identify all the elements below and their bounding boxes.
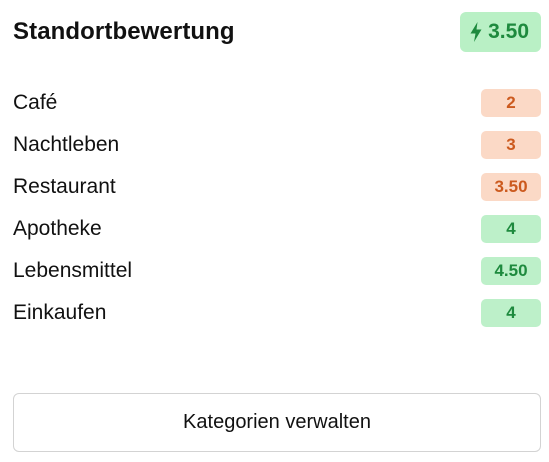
rating-header: Standortbewertung 3.50	[13, 12, 541, 52]
category-label: Café	[13, 91, 58, 114]
category-label: Restaurant	[13, 175, 116, 198]
category-list: Café 2 Nachtleben 3 Restaurant 3.50 Apot…	[13, 82, 541, 334]
category-label: Apotheke	[13, 217, 102, 240]
overall-score-value: 3.50	[488, 20, 529, 43]
list-item: Nachtleben 3	[13, 124, 541, 166]
list-item: Café 2	[13, 82, 541, 124]
category-score-badge: 3	[481, 131, 541, 159]
category-label: Lebensmittel	[13, 259, 133, 282]
category-label: Einkaufen	[13, 301, 107, 324]
page-title: Standortbewertung	[13, 18, 235, 45]
list-item: Einkaufen 4	[13, 292, 541, 334]
category-score-badge: 4	[481, 215, 541, 243]
manage-categories-button[interactable]: Kategorien verwalten	[13, 393, 541, 452]
category-label: Nachtleben	[13, 133, 120, 156]
category-score-badge: 4	[481, 299, 541, 327]
list-item: Apotheke 4	[13, 208, 541, 250]
list-item: Restaurant 3.50	[13, 166, 541, 208]
list-item: Lebensmittel 4.50	[13, 250, 541, 292]
lightning-bolt-icon	[470, 22, 482, 42]
category-score-badge: 3.50	[481, 173, 541, 201]
overall-score-badge: 3.50	[460, 12, 541, 52]
category-score-badge: 4.50	[481, 257, 541, 285]
category-score-badge: 2	[481, 89, 541, 117]
